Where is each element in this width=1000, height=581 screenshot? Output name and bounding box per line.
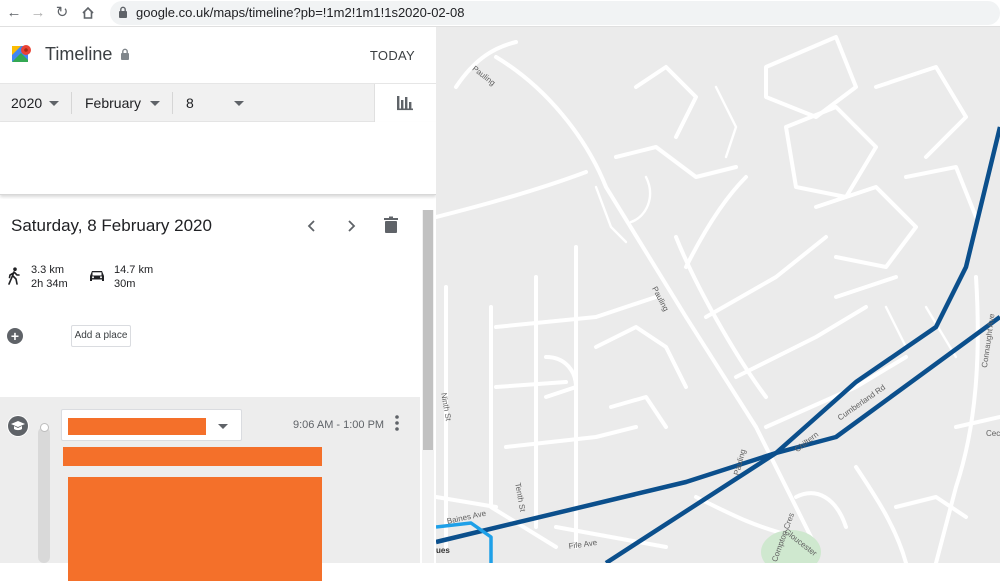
driving-route: [436, 450, 777, 545]
walking-icon: [8, 267, 20, 285]
year-dropdown[interactable]: 2020: [11, 84, 61, 122]
date-selector: 2020 February 8: [0, 83, 436, 122]
walking-distance: 3.3 km: [31, 264, 65, 276]
chevron-down-icon: [234, 101, 244, 106]
chevron-down-icon: [150, 101, 160, 106]
chevron-down-icon: [49, 101, 59, 106]
today-button[interactable]: TODAY: [370, 48, 415, 63]
timeline-summary-area: [0, 122, 436, 195]
redacted-address: [63, 447, 322, 466]
reload-icon[interactable]: ↻: [52, 3, 72, 23]
walking-duration: 2h 34m: [31, 278, 68, 290]
url-text: google.co.uk/maps/timeline?pb=!1m2!1m1!1…: [136, 5, 465, 20]
divider: [71, 92, 72, 114]
map-label: ues: [436, 546, 450, 555]
car-icon: [90, 271, 104, 281]
redacted-place-name: [68, 418, 206, 435]
education-icon: [7, 415, 29, 437]
forward-arrow-icon[interactable]: →: [28, 3, 48, 23]
driving-distance: 14.7 km: [114, 264, 154, 276]
timeline-segment-card[interactable]: 9:06 AM - 1:00 PM: [0, 397, 420, 581]
panel-scrollbar[interactable]: [422, 210, 434, 563]
browser-toolbar: ← → ↻ google.co.uk/maps/timeline?pb=!1m2…: [0, 0, 1000, 27]
page-title: Timeline: [45, 44, 113, 64]
private-lock-icon: [121, 48, 129, 60]
divider: [172, 92, 173, 114]
segment-time-range: 9:06 AM - 1:00 PM: [293, 419, 385, 431]
redacted-photo-area: [68, 477, 322, 581]
scrollbar-thumb[interactable]: [423, 210, 433, 450]
address-bar[interactable]: google.co.uk/maps/timeline?pb=!1m2!1m1!1…: [110, 1, 1000, 25]
month-dropdown[interactable]: February: [85, 84, 163, 122]
home-icon[interactable]: [78, 3, 98, 23]
timeline-rail: [38, 427, 50, 563]
place-name-dropdown[interactable]: [61, 409, 242, 441]
day-dropdown[interactable]: 8: [186, 84, 246, 122]
timeline-dot: [40, 423, 49, 432]
month-value: February: [85, 95, 142, 111]
more-vert-icon[interactable]: [392, 413, 402, 433]
lock-icon: [119, 6, 127, 18]
delete-trash-icon[interactable]: [380, 214, 402, 236]
driving-duration: 30m: [114, 278, 136, 290]
previous-day-chevron-icon[interactable]: [301, 215, 323, 237]
insights-chart-button[interactable]: [374, 84, 436, 122]
chevron-down-icon: [218, 424, 228, 429]
add-place-button[interactable]: Add a place: [71, 325, 131, 347]
timeline-header: Timeline TODAY: [0, 27, 436, 83]
map-canvas[interactable]: Pauling Pauling Pauling Ninth St Tenth S…: [436, 27, 1000, 563]
day-title: Saturday, 8 February 2020: [11, 216, 212, 235]
day-stats: 3.3 km 2h 34m 14.7 km 30m: [0, 261, 420, 301]
next-day-chevron-icon[interactable]: [340, 215, 362, 237]
add-circle-icon[interactable]: +: [7, 328, 23, 344]
google-maps-logo-icon: [12, 45, 31, 62]
day-details: Saturday, 8 February 2020 3.3 km 2h 34m …: [0, 199, 420, 581]
map-label: Cec: [986, 429, 1000, 438]
year-value: 2020: [11, 95, 43, 111]
timeline-panel: Timeline TODAY 2020 February 8 Saturday,…: [0, 27, 436, 581]
bar-chart-icon: [397, 96, 413, 111]
day-value: 8: [186, 95, 194, 111]
back-arrow-icon[interactable]: ←: [4, 3, 24, 23]
